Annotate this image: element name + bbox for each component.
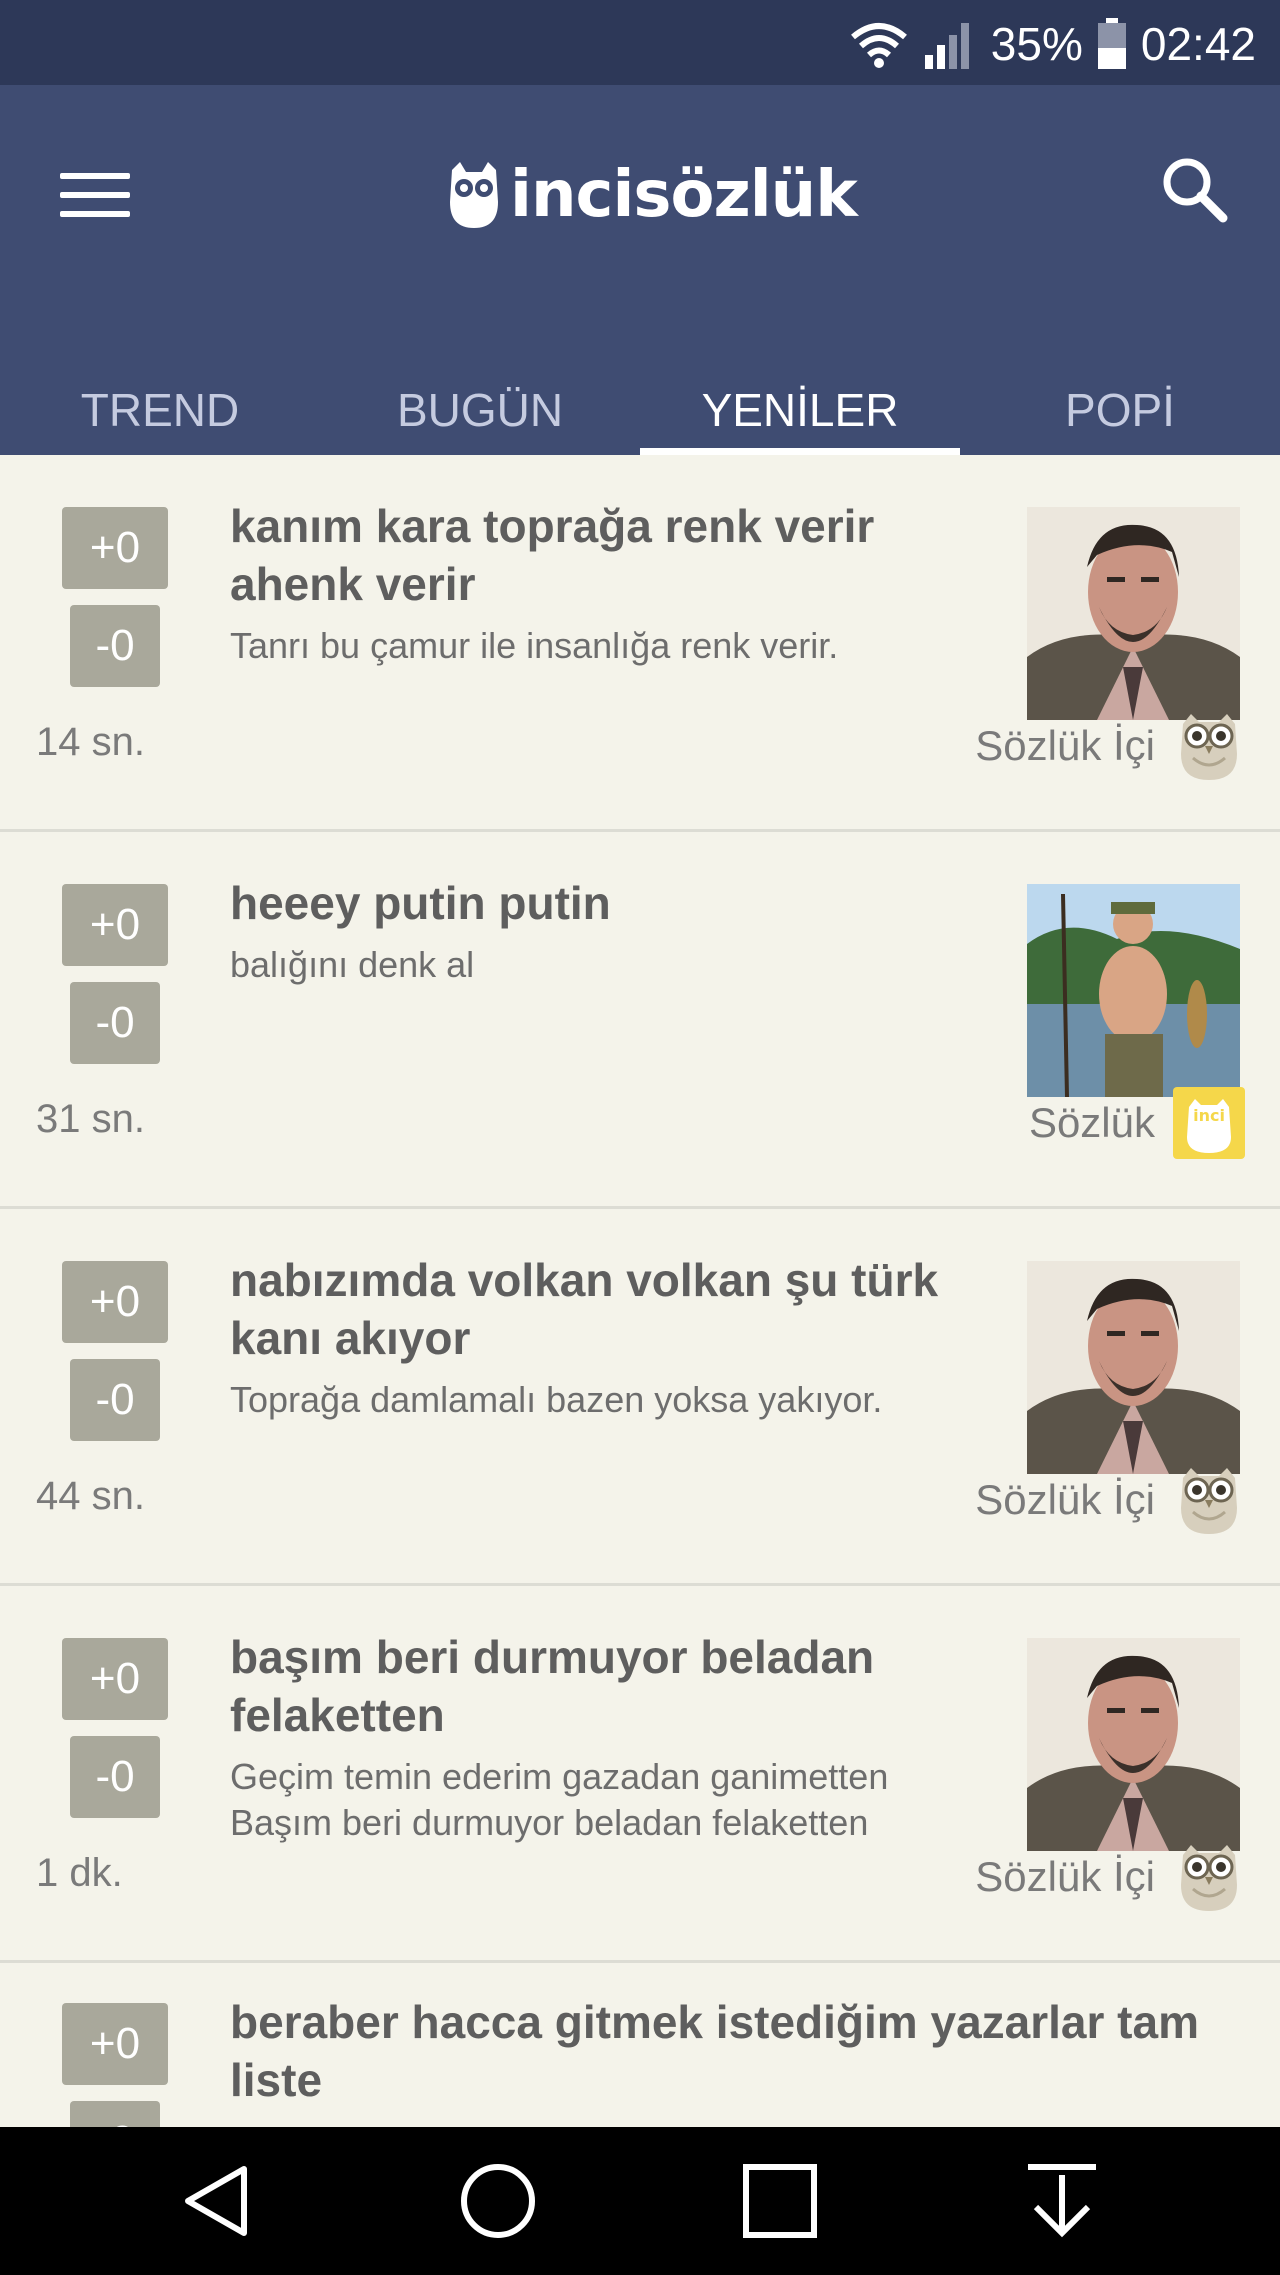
entry-title[interactable]: heeey putin putin [230, 874, 975, 932]
entry-body-line-1: Geçim temin ederim gazadan ganimetten [230, 1756, 889, 1797]
home-icon[interactable] [458, 2161, 538, 2241]
entry-body: Toprağa damlamalı bazen yoksa yakıyor. [230, 1379, 883, 1420]
upvote-button[interactable]: +0 [62, 2003, 168, 2085]
source-label: Sözlük İçi [975, 1853, 1155, 1900]
owl-logo-icon [450, 162, 498, 228]
downvote-button[interactable]: -0 [70, 605, 160, 687]
entry-body-line-2: Başım beri durmuyor beladan felaketten [230, 1802, 869, 1843]
entry-title[interactable]: kanım kara toprağa renk verir ahenk veri… [230, 497, 975, 613]
logo-text: incisözlük [510, 158, 858, 232]
app-logo[interactable]: incisözlük [448, 150, 858, 240]
inci-logo-icon [1173, 1087, 1245, 1159]
clock: 02:42 [1140, 18, 1256, 70]
notification-pull-icon[interactable] [1022, 2161, 1102, 2241]
battery-percent: 35% [990, 18, 1083, 70]
upvote-button[interactable]: +0 [62, 507, 168, 589]
entry-title[interactable]: başım beri durmuyor beladan felaketten [230, 1628, 975, 1744]
downvote-button[interactable]: -0 [70, 1736, 160, 1818]
entry-time: 14 sn. [36, 720, 145, 764]
entry-body: balığını denk al [230, 944, 475, 985]
source-label: Sözlük İçi [975, 1476, 1155, 1523]
tab-bugun[interactable]: BUGÜN [320, 365, 640, 455]
entry-list: +0 -0 kanım kara toprağa renk verir ahen… [0, 455, 1280, 2127]
tab-popi[interactable]: POPİ [960, 365, 1280, 455]
entry-source: Sözlük İçi [975, 1841, 1245, 1913]
entry-thumbnail[interactable] [1027, 1261, 1240, 1474]
hamburger-icon [60, 173, 130, 179]
downvote-button[interactable]: -0 [70, 982, 160, 1064]
battery-icon [1097, 18, 1126, 69]
entry-source: Sözlük [1029, 1087, 1245, 1159]
upvote-button[interactable]: +0 [62, 1261, 168, 1343]
signal-icon [924, 23, 969, 69]
owl-icon [1173, 710, 1245, 782]
list-item[interactable]: +0 -0 başım beri durmuyor beladan felake… [0, 1586, 1280, 1963]
recents-icon[interactable] [740, 2161, 820, 2241]
entry-body: Tanrı bu çamur ile insanlığa renk verir. [230, 625, 839, 666]
entry-thumbnail[interactable] [1027, 1638, 1240, 1851]
owl-icon [1173, 1464, 1245, 1536]
entry-thumbnail[interactable] [1027, 884, 1240, 1097]
downvote-button[interactable]: -0 [70, 1359, 160, 1441]
tab-bar: TREND BUGÜN YENİLER POPİ [0, 365, 1280, 455]
entry-title[interactable]: beraber hacca gitmek istediğim yazarlar … [230, 1993, 1240, 2109]
list-item[interactable]: +0 -0 beraber hacca gitmek istediğim yaz… [0, 1963, 1280, 2127]
system-nav-bar [0, 2127, 1280, 2275]
back-icon[interactable] [178, 2161, 258, 2241]
status-bar: 35% 02:42 [0, 0, 1280, 85]
menu-button[interactable] [60, 155, 140, 235]
search-icon [1163, 158, 1228, 223]
entry-source: Sözlük İçi [975, 710, 1245, 782]
owl-icon [1173, 1841, 1245, 1913]
entry-time: 1 dk. [36, 1851, 123, 1895]
list-item[interactable]: +0 -0 nabızımda volkan volkan şu türk ka… [0, 1209, 1280, 1586]
search-button[interactable] [1155, 150, 1235, 230]
list-item[interactable]: +0 -0 heeey putin putin balığını denk al… [0, 832, 1280, 1209]
downvote-button[interactable]: -0 [70, 2101, 160, 2127]
tab-yeniler[interactable]: YENİLER [640, 365, 960, 455]
entry-time: 31 sn. [36, 1097, 145, 1141]
tab-trend[interactable]: TREND [0, 365, 320, 455]
list-item[interactable]: +0 -0 kanım kara toprağa renk verir ahen… [0, 455, 1280, 832]
entry-source: Sözlük İçi [975, 1464, 1245, 1536]
wifi-icon [850, 23, 907, 68]
entry-time: 44 sn. [36, 1474, 145, 1518]
entry-title[interactable]: nabızımda volkan volkan şu türk kanı akı… [230, 1251, 975, 1367]
upvote-button[interactable]: +0 [62, 1638, 168, 1720]
source-label: Sözlük [1028, 1099, 1155, 1146]
upvote-button[interactable]: +0 [62, 884, 168, 966]
app-bar: incisözlük TREND BUGÜN YENİLER POPİ [0, 85, 1280, 455]
source-label: Sözlük İçi [975, 722, 1155, 769]
entry-thumbnail[interactable] [1027, 507, 1240, 720]
